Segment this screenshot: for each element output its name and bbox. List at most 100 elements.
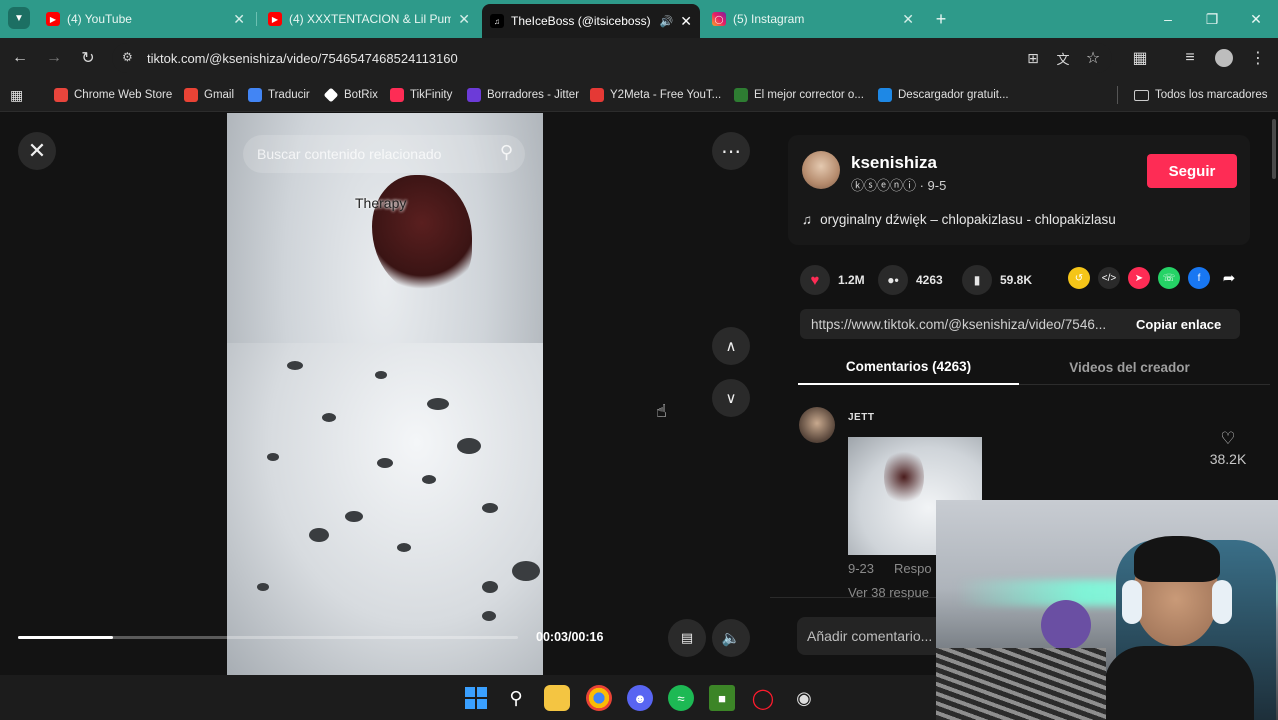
translate-icon bbox=[248, 88, 262, 102]
tikfinity-icon bbox=[390, 88, 404, 102]
close-icon[interactable]: ✕ bbox=[233, 11, 245, 28]
related-search-input[interactable]: Buscar contenido relacionado ⚲ bbox=[243, 135, 525, 173]
foam-hole bbox=[377, 458, 393, 468]
browser-tab-youtube-2[interactable]: ▶ (4) XXXTENTACION & Lil Pump ✕ bbox=[260, 6, 478, 32]
comment-date: 9-23 bbox=[848, 561, 875, 576]
restore-icon: ❐ bbox=[1205, 10, 1219, 27]
share-link-box[interactable]: https://www.tiktok.com/@ksenishiza/video… bbox=[800, 309, 1240, 339]
more-share-button[interactable]: ➦ bbox=[1218, 267, 1240, 289]
video-progress-fill bbox=[18, 636, 113, 639]
foam-hole bbox=[309, 528, 329, 542]
bookmark-botrix[interactable]: BotRix bbox=[323, 86, 378, 104]
minimize-button[interactable]: – bbox=[1146, 0, 1190, 38]
reply-button[interactable]: Respo bbox=[894, 561, 932, 576]
bookmark-jitter[interactable]: Borradores - Jitter bbox=[467, 86, 579, 104]
sound-line[interactable]: ♫ oryginalny dźwięk – chlopakizlasu - ch… bbox=[802, 212, 1116, 227]
video-frame[interactable]: Therapy bbox=[227, 113, 543, 675]
floating-player-button[interactable]: ▤ bbox=[668, 619, 706, 657]
speaker-icon[interactable]: 🔊 bbox=[660, 15, 674, 28]
bookmark-descargador[interactable]: Descargador gratuit... bbox=[878, 86, 1009, 104]
close-window-button[interactable]: ✕ bbox=[1234, 0, 1278, 38]
bookmark-tikfinity[interactable]: TikFinity bbox=[390, 86, 452, 104]
repost-button[interactable]: ↺ bbox=[1068, 267, 1090, 289]
chrome-taskbar-button[interactable] bbox=[586, 685, 612, 711]
browser-tab-tiktok[interactable]: ♫ TheIceBoss (@itsiceboss) | T 🔊 ✕ bbox=[482, 4, 700, 38]
copy-link-button[interactable]: Copiar enlace bbox=[1136, 317, 1221, 332]
close-icon[interactable]: ✕ bbox=[902, 11, 914, 28]
tab-creator-videos-label: Videos del creador bbox=[1069, 359, 1190, 375]
forward-button[interactable]: → bbox=[42, 46, 66, 70]
taskbar-search-button[interactable]: ⚲ bbox=[503, 685, 529, 711]
descargador-icon bbox=[878, 88, 892, 102]
translate-button[interactable]: 文 bbox=[1051, 46, 1075, 70]
whatsapp-icon: ☏ bbox=[1162, 272, 1176, 284]
minecraft-taskbar-button[interactable]: ■ bbox=[709, 685, 735, 711]
new-tab-button[interactable]: + bbox=[930, 8, 952, 30]
menu-button[interactable]: ⋮ bbox=[1246, 46, 1270, 70]
save-action[interactable]: ▮ 59.8K bbox=[962, 265, 1032, 295]
avatar[interactable] bbox=[802, 151, 840, 189]
like-count: 1.2M bbox=[838, 273, 865, 287]
comment-icon: ●• bbox=[878, 265, 908, 295]
back-button[interactable]: ← bbox=[8, 46, 32, 70]
comment-like-button[interactable]: ♡ 38.2K bbox=[1208, 429, 1248, 467]
minimize-icon: – bbox=[1164, 11, 1172, 27]
discord-taskbar-button[interactable]: ☻ bbox=[627, 685, 653, 711]
kebab-menu-icon: ⋮ bbox=[1250, 50, 1266, 67]
tab-search-button[interactable]: ▼ bbox=[8, 7, 30, 29]
spotify-taskbar-button[interactable]: ≈ bbox=[668, 685, 694, 711]
send-button[interactable]: ➤ bbox=[1128, 267, 1150, 289]
file-explorer-button[interactable] bbox=[544, 685, 570, 711]
opera-taskbar-button[interactable]: ◯ bbox=[750, 685, 776, 711]
media-controls-button[interactable]: ≡ bbox=[1178, 46, 1202, 70]
profile-button[interactable] bbox=[1212, 46, 1236, 70]
close-video-button[interactable]: ✕ bbox=[18, 132, 56, 170]
creator-username[interactable]: ksenishiza bbox=[851, 153, 937, 173]
sound-name: oryginalny dźwięk – chlopakizlasu - chlo… bbox=[820, 212, 1116, 227]
video-time: 00:03/00:16 bbox=[536, 630, 604, 644]
volume-button[interactable]: 🔈 bbox=[712, 619, 750, 657]
bookmark-chrome-web-store[interactable]: Chrome Web Store bbox=[54, 86, 172, 104]
embed-button[interactable]: </> bbox=[1098, 267, 1120, 289]
bookmark-traducir[interactable]: Traducir bbox=[248, 86, 310, 104]
install-app-button[interactable]: ⊞ bbox=[1021, 46, 1045, 70]
reload-button[interactable]: ↻ bbox=[76, 46, 100, 70]
foam-hole bbox=[457, 438, 481, 454]
facebook-button[interactable]: f bbox=[1188, 267, 1210, 289]
video-progress-track[interactable] bbox=[18, 636, 518, 639]
close-icon[interactable]: ✕ bbox=[680, 13, 692, 30]
comment-action[interactable]: ●• 4263 bbox=[878, 265, 943, 295]
foam-hole bbox=[482, 611, 496, 621]
address-bar[interactable]: ⚙ tiktok.com/@ksenishiza/video/754654746… bbox=[112, 43, 1112, 73]
apps-button[interactable]: ▦ bbox=[10, 86, 23, 104]
close-icon[interactable]: ✕ bbox=[458, 11, 470, 28]
like-action[interactable]: ♥ 1.2M bbox=[800, 265, 865, 295]
extensions-button[interactable]: ▦ bbox=[1128, 46, 1152, 70]
start-button[interactable] bbox=[463, 685, 489, 711]
site-info-icon[interactable]: ⚙ bbox=[122, 50, 133, 64]
next-video-button[interactable]: ∨ bbox=[712, 379, 750, 417]
whatsapp-button[interactable]: ☏ bbox=[1158, 267, 1180, 289]
all-bookmarks-folder[interactable]: Todos los marcadores bbox=[1134, 86, 1268, 104]
comment-avatar[interactable] bbox=[799, 407, 835, 443]
panel-scrollbar[interactable] bbox=[1272, 119, 1276, 179]
bookmark-gmail[interactable]: Gmail bbox=[184, 86, 234, 104]
restore-button[interactable]: ❐ bbox=[1190, 0, 1234, 38]
tab-comments[interactable]: Comentarios (4263) bbox=[798, 349, 1019, 385]
previous-video-button[interactable]: ∧ bbox=[712, 327, 750, 365]
follow-button[interactable]: Seguir bbox=[1147, 154, 1237, 188]
comment-author[interactable]: JETT bbox=[848, 412, 874, 423]
bookmark-star-button[interactable]: ☆ bbox=[1081, 46, 1105, 70]
more-options-button[interactable]: ⋯ bbox=[712, 132, 750, 170]
tab-creator-videos[interactable]: Videos del creador bbox=[1019, 349, 1240, 385]
hair-shape bbox=[372, 175, 472, 295]
folder-icon bbox=[1134, 89, 1149, 101]
minecraft-icon: ■ bbox=[718, 690, 726, 706]
browser-tab-youtube[interactable]: ▶ (4) YouTube ✕ bbox=[38, 6, 253, 32]
obs-taskbar-button[interactable]: ◉ bbox=[791, 685, 817, 711]
bookmark-y2meta[interactable]: Y2Meta - Free YouT... bbox=[590, 86, 721, 104]
bookmark-corrector[interactable]: El mejor corrector o... bbox=[734, 86, 864, 104]
browser-tab-instagram[interactable]: ◯ (5) Instagram ✕ bbox=[704, 6, 922, 32]
search-icon[interactable]: ⚲ bbox=[500, 142, 513, 163]
related-search-placeholder: Buscar contenido relacionado bbox=[257, 146, 442, 162]
